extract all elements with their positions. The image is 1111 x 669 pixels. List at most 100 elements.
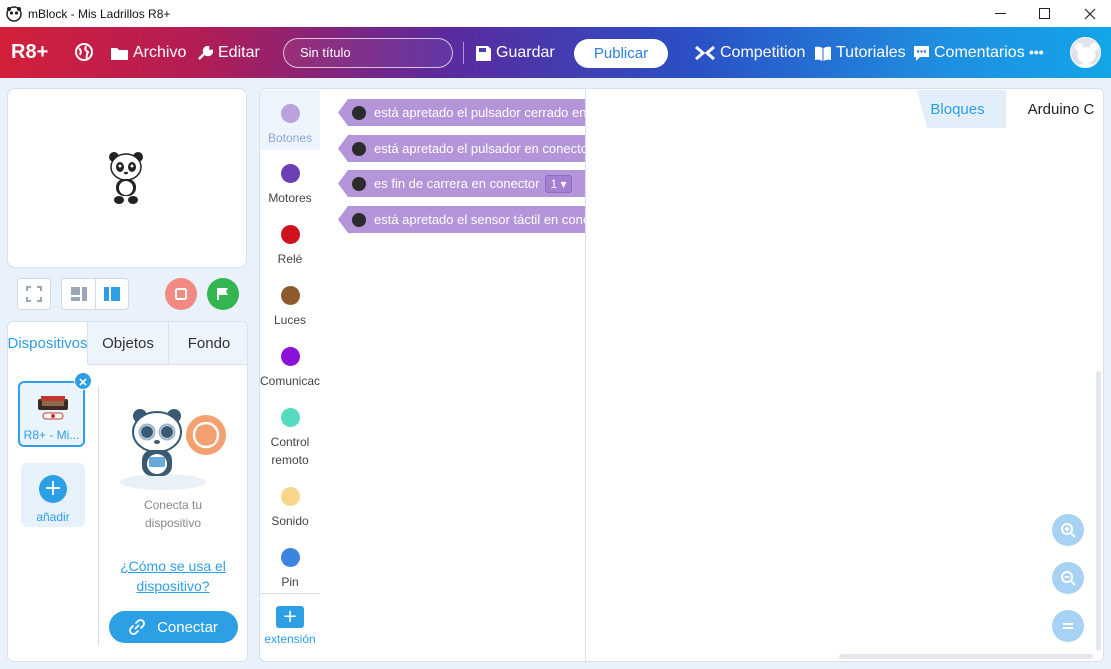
r8-device-icon — [38, 396, 68, 420]
extension-button[interactable]: + extensión — [260, 593, 320, 661]
category-label: Relé — [277, 252, 303, 266]
add-extension-icon: + — [276, 606, 304, 628]
stop-icon — [175, 288, 187, 300]
device-label: R8+ - Mi... — [23, 428, 80, 442]
editar-menu[interactable]: Editar — [198, 44, 260, 62]
close-icon — [1084, 8, 1096, 19]
more-menu-button[interactable]: ••• — [1029, 44, 1044, 60]
tab-objetos[interactable]: Objetos — [88, 322, 169, 365]
horizontal-scrollbar[interactable] — [839, 654, 1093, 659]
device-card-r8[interactable]: R8+ - Mi... — [18, 381, 85, 447]
category-label: Comunicac — [260, 374, 320, 388]
close-window-button[interactable] — [1067, 0, 1111, 27]
comment-icon — [914, 45, 929, 61]
limit-switch-icon — [352, 176, 366, 191]
flag-icon — [217, 288, 228, 300]
menu-bar: R8+ Archivo Editar Sin título Guardar Pu… — [0, 27, 1111, 78]
block-pulsador-cerrado[interactable]: está apretado el pulsador cerrado en con… — [338, 99, 586, 126]
competition-icon — [695, 46, 715, 60]
tab-fondo[interactable]: Fondo — [169, 322, 247, 365]
tutoriales-menu[interactable]: Tutoriales — [815, 44, 906, 62]
how-to-use-link[interactable]: ¿Cómo se usa el dispositivo? — [108, 556, 238, 596]
connect-hint-line1: Conecta tu — [143, 498, 203, 512]
small-stage-icon — [70, 287, 87, 301]
vertical-scrollbar[interactable] — [1096, 371, 1101, 651]
zoom-reset-icon — [1063, 623, 1073, 629]
category-color-dot — [280, 104, 300, 123]
green-flag-button[interactable] — [207, 278, 239, 310]
avatar-icon — [1075, 43, 1098, 67]
zoom-out-button[interactable] — [1052, 562, 1084, 594]
mblock-app-icon — [6, 5, 22, 22]
book-icon — [815, 46, 831, 61]
brand-logo: R8+ — [11, 41, 49, 63]
folder-icon — [111, 48, 128, 60]
category-color-dot — [280, 408, 300, 427]
comentarios-menu[interactable]: Comentarios — [914, 44, 1025, 62]
device-tabs: Dispositivos Objetos Fondo — [8, 322, 247, 365]
panel-divider — [98, 386, 99, 646]
how-to-line2: dispositivo? — [136, 578, 210, 594]
category-motores[interactable]: Motores — [260, 164, 320, 207]
category-label: Motores — [268, 191, 312, 205]
connect-button-label: Conectar — [157, 618, 218, 636]
category-color-dot — [280, 225, 300, 244]
category-botones[interactable]: Botones — [260, 90, 320, 150]
guardar-label: Guardar — [496, 44, 555, 61]
block-text: está apretado el sensor táctil en conect… — [374, 212, 586, 227]
connect-button[interactable]: Conectar — [109, 611, 238, 643]
tab-arduino-c[interactable]: Arduino C — [1006, 90, 1103, 128]
zoom-in-button[interactable] — [1052, 514, 1084, 546]
archivo-menu[interactable]: Archivo — [111, 44, 186, 62]
category-comunicacion[interactable]: Comunicac — [260, 347, 320, 390]
comentarios-label: Comentarios — [934, 44, 1025, 61]
link-icon — [129, 619, 145, 635]
guardar-button[interactable]: Guardar — [476, 44, 555, 62]
script-workspace[interactable]: Bloques Arduino C — [585, 88, 1104, 662]
add-device-button[interactable]: + añadir — [21, 463, 85, 527]
wrench-icon — [198, 45, 213, 60]
editar-label: Editar — [218, 44, 260, 61]
category-luces[interactable]: Luces — [260, 286, 320, 329]
competition-menu[interactable]: Competition — [695, 44, 805, 62]
button-sensor-icon — [352, 105, 366, 120]
block-fin-de-carrera[interactable]: es fin de carrera en conector 1 ▾ — [338, 170, 586, 197]
archivo-label: Archivo — [133, 44, 187, 61]
category-color-dot — [280, 487, 300, 506]
block-sensor-tactil[interactable]: está apretado el sensor táctil en conect… — [338, 206, 586, 233]
panda-sprite[interactable] — [108, 151, 144, 205]
category-label: Control — [270, 435, 310, 449]
maximize-icon — [1039, 7, 1050, 19]
category-color-dot — [280, 286, 300, 305]
category-pin[interactable]: Pin — [260, 548, 320, 591]
tab-bloques[interactable]: Bloques — [917, 90, 1006, 128]
block-pulsador[interactable]: está apretado el pulsador en conector — [338, 135, 586, 162]
close-icon — [79, 378, 87, 386]
block-category-list: Botones Motores Relé Luces Comunicac Con… — [259, 88, 321, 662]
maximize-button[interactable] — [1022, 0, 1068, 27]
project-name-input[interactable]: Sin título — [283, 38, 453, 68]
minimize-button[interactable] — [978, 0, 1024, 27]
tab-dispositivos[interactable]: Dispositivos — [8, 322, 88, 365]
fullscreen-button[interactable] — [17, 278, 51, 310]
small-stage-button[interactable] — [61, 278, 96, 310]
stop-button[interactable] — [165, 278, 197, 310]
user-avatar[interactable] — [1070, 37, 1101, 68]
category-label: Luces — [273, 313, 307, 327]
remove-device-button[interactable] — [74, 372, 92, 390]
stage-canvas[interactable] — [7, 88, 247, 268]
workspace-tabs: Bloques Arduino C — [909, 90, 1103, 128]
how-to-line1: ¿Cómo se usa el — [120, 558, 226, 574]
publicar-button[interactable]: Publicar — [574, 39, 668, 68]
language-button[interactable] — [74, 42, 99, 62]
zoom-reset-button[interactable] — [1052, 610, 1084, 642]
category-label: Pin — [281, 575, 299, 589]
category-sonido[interactable]: Sonido — [260, 487, 320, 530]
category-rele[interactable]: Relé — [260, 225, 320, 268]
add-device-label: añadir — [36, 510, 70, 524]
zoom-in-icon — [1061, 523, 1076, 538]
category-control-remoto[interactable]: Control remoto — [260, 408, 320, 469]
connector-dropdown[interactable]: 1 ▾ — [545, 174, 572, 193]
large-stage-button[interactable] — [95, 278, 129, 310]
plus-icon: + — [39, 475, 67, 503]
